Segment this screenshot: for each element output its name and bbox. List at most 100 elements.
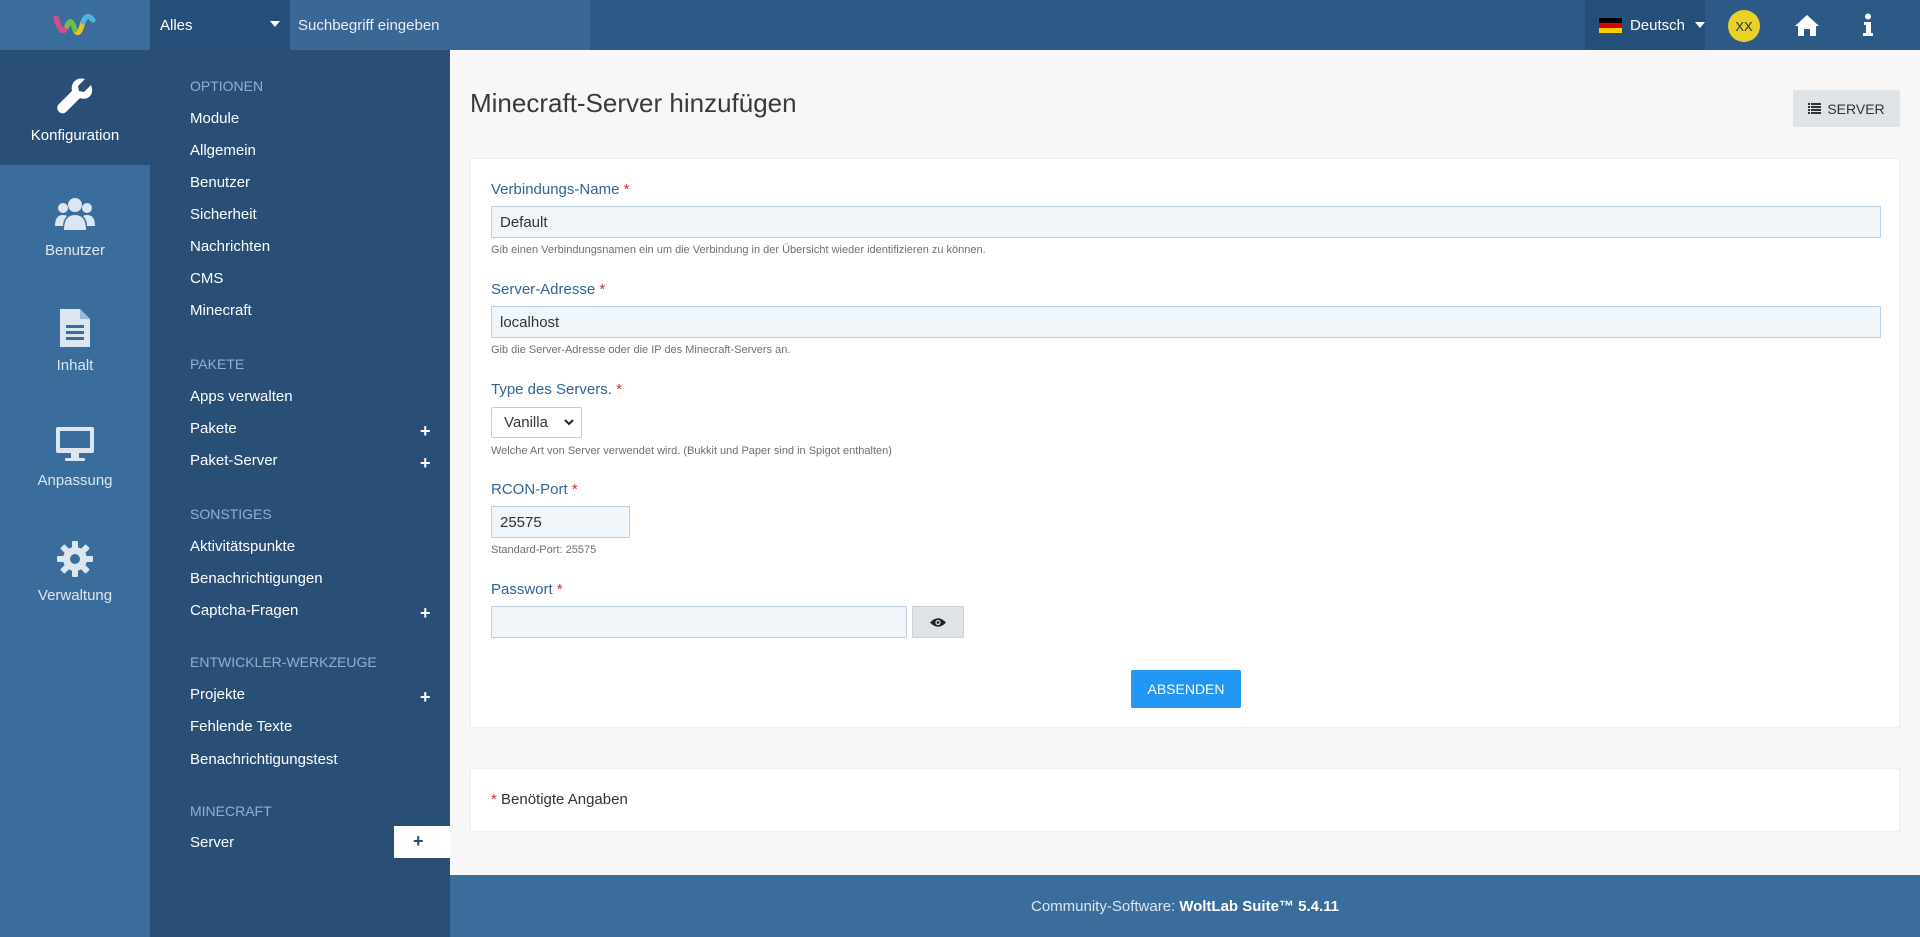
menu-item-benutzer[interactable]: Benutzer bbox=[0, 165, 150, 280]
sidebar-heading-sonstiges: Sonstiges bbox=[190, 506, 272, 522]
add-paket-icon[interactable]: + bbox=[420, 422, 431, 440]
menu-item-label: Benutzer bbox=[44, 242, 106, 259]
avatar[interactable]: XX bbox=[1728, 10, 1760, 42]
server-button-label: SERVER bbox=[1827, 100, 1885, 117]
required-marker: * bbox=[556, 581, 563, 598]
sidebar-item-minecraft[interactable]: Minecraft bbox=[190, 302, 252, 319]
footer-product-link[interactable]: WoltLab Suite™ 5.4.11 bbox=[1179, 898, 1339, 915]
monitor-icon bbox=[55, 416, 95, 462]
server-type-value: Vanilla bbox=[504, 414, 548, 431]
sidebar-item-nachrichten[interactable]: Nachrichten bbox=[190, 238, 270, 255]
sidebar-heading-entwickler: Entwickler-Werkzeuge bbox=[190, 654, 377, 670]
gear-icon bbox=[57, 531, 93, 577]
language-selector[interactable]: Deutsch bbox=[1585, 0, 1705, 50]
add-projekt-icon[interactable]: + bbox=[420, 688, 431, 706]
type-help: Welche Art von Server verwendet wird. (B… bbox=[491, 445, 892, 457]
info-icon[interactable] bbox=[1853, 10, 1883, 40]
menu-item-label: Konfiguration bbox=[30, 127, 120, 144]
address-label: Server-Adresse * bbox=[491, 281, 605, 298]
sidebar-item-benachrichtigungstest[interactable]: Benachrichtigungstest bbox=[190, 751, 338, 768]
add-captcha-icon[interactable]: + bbox=[420, 604, 431, 622]
address-label-text: Server-Adresse bbox=[491, 281, 596, 298]
sidebar-item-projekte[interactable]: Projekte bbox=[190, 686, 245, 703]
address-field[interactable]: localhost bbox=[491, 306, 1881, 338]
required-marker: * bbox=[623, 181, 630, 198]
avatar-initials: XX bbox=[1735, 18, 1753, 34]
name-label-text: Verbindungs-Name bbox=[491, 181, 620, 198]
required-marker: * bbox=[491, 791, 497, 808]
eye-icon bbox=[930, 617, 946, 627]
chevron-down-icon bbox=[564, 419, 574, 426]
sidebar-item-allgemein[interactable]: Allgemein bbox=[190, 142, 256, 159]
sidebar-item-server[interactable]: Server bbox=[190, 834, 234, 851]
password-label: Passwort * bbox=[491, 581, 563, 598]
sidebar-heading-optionen: Optionen bbox=[190, 78, 264, 94]
rcon-label-text: RCON-Port bbox=[491, 481, 568, 498]
address-help: Gib die Server-Adresse oder die IP des M… bbox=[491, 344, 791, 356]
submit-button[interactable]: Absenden bbox=[1131, 670, 1241, 708]
menu-item-label: Anpassung bbox=[37, 472, 113, 489]
required-marker: * bbox=[616, 381, 622, 398]
list-icon bbox=[1808, 103, 1822, 114]
name-value: Default bbox=[500, 213, 548, 231]
type-label: Type des Servers. * bbox=[491, 381, 622, 398]
name-field[interactable]: Default bbox=[491, 206, 1881, 238]
document-icon bbox=[60, 301, 90, 347]
main-menu: Konfiguration Benutzer Inhalt Anpassung … bbox=[0, 50, 150, 937]
sidebar-item-benachrichtigungen[interactable]: Benachrichtigungen bbox=[190, 570, 323, 587]
logo[interactable] bbox=[0, 0, 150, 50]
language-label: Deutsch bbox=[1629, 16, 1685, 34]
sidebar-item-aktivitaetspunkte[interactable]: Aktivitätspunkte bbox=[190, 538, 295, 555]
password-field[interactable] bbox=[491, 606, 907, 638]
sidebar-item-paket-server[interactable]: Paket-Server bbox=[190, 452, 278, 469]
sidebar-item-sicherheit[interactable]: Sicherheit bbox=[190, 206, 257, 223]
address-value: localhost bbox=[500, 313, 560, 331]
users-icon bbox=[55, 186, 95, 232]
sidebar-item-pakete[interactable]: Pakete bbox=[190, 420, 237, 437]
menu-item-label: Inhalt bbox=[56, 357, 94, 374]
sidebar-item-fehlende-texte[interactable]: Fehlende Texte bbox=[190, 718, 292, 735]
sidebar-item-cms[interactable]: CMS bbox=[190, 270, 223, 287]
form-card: Verbindungs-Name * Default Gib einen Ver… bbox=[470, 158, 1900, 728]
rcon-label: RCON-Port * bbox=[491, 481, 578, 498]
sidebar-heading-pakete: Pakete bbox=[190, 356, 245, 372]
required-note-card: * Benötigte Angaben bbox=[470, 768, 1900, 832]
rcon-value: 25575 bbox=[500, 513, 542, 531]
menu-item-label: Verwaltung bbox=[37, 587, 113, 604]
logo-icon bbox=[53, 14, 96, 36]
required-note: * Benötigte Angaben bbox=[491, 791, 628, 808]
add-paket-server-icon[interactable]: + bbox=[420, 454, 431, 472]
search-placeholder: Suchbegriff eingeben bbox=[298, 16, 440, 34]
home-icon[interactable] bbox=[1792, 10, 1822, 40]
sidebar-item-benutzer[interactable]: Benutzer bbox=[190, 174, 250, 191]
menu-item-konfiguration[interactable]: Konfiguration bbox=[0, 50, 150, 165]
top-header: Alles Suchbegriff eingeben Deutsch XX bbox=[0, 0, 1920, 50]
required-marker: * bbox=[571, 481, 578, 498]
search-scope-dropdown[interactable]: Alles bbox=[150, 0, 290, 50]
german-flag-icon bbox=[1599, 17, 1622, 33]
page-title: Minecraft-Server hinzufügen bbox=[470, 88, 797, 118]
show-password-button[interactable] bbox=[912, 606, 964, 638]
sidebar-item-apps-verwalten[interactable]: Apps verwalten bbox=[190, 388, 293, 405]
rcon-help: Standard-Port: 25575 bbox=[491, 544, 597, 556]
menu-item-anpassung[interactable]: Anpassung bbox=[0, 395, 150, 510]
sidebar-item-module[interactable]: Module bbox=[190, 110, 239, 127]
sidebar-heading-minecraft: Minecraft bbox=[190, 803, 272, 819]
footer: Community-Software: WoltLab Suite™ 5.4.1… bbox=[450, 875, 1920, 937]
type-label-text: Type des Servers. bbox=[491, 381, 612, 398]
sidebar-item-captcha-fragen[interactable]: Captcha-Fragen bbox=[190, 602, 298, 619]
server-type-select[interactable]: Vanilla bbox=[491, 407, 582, 438]
password-label-text: Passwort bbox=[491, 581, 553, 598]
required-marker: * bbox=[599, 281, 606, 298]
menu-item-verwaltung[interactable]: Verwaltung bbox=[0, 510, 150, 625]
main-content: Minecraft-Server hinzufügen SERVER Verbi… bbox=[450, 50, 1920, 875]
search-input[interactable]: Suchbegriff eingeben bbox=[290, 0, 590, 50]
footer-prefix: Community-Software: bbox=[1031, 897, 1176, 915]
server-list-button[interactable]: SERVER bbox=[1793, 90, 1900, 127]
wrench-icon bbox=[55, 71, 95, 117]
menu-item-inhalt[interactable]: Inhalt bbox=[0, 280, 150, 395]
search-scope-label: Alles bbox=[160, 16, 193, 34]
add-server-icon[interactable]: + bbox=[413, 832, 424, 850]
name-label: Verbindungs-Name * bbox=[491, 181, 629, 198]
rcon-port-field[interactable]: 25575 bbox=[491, 506, 630, 538]
